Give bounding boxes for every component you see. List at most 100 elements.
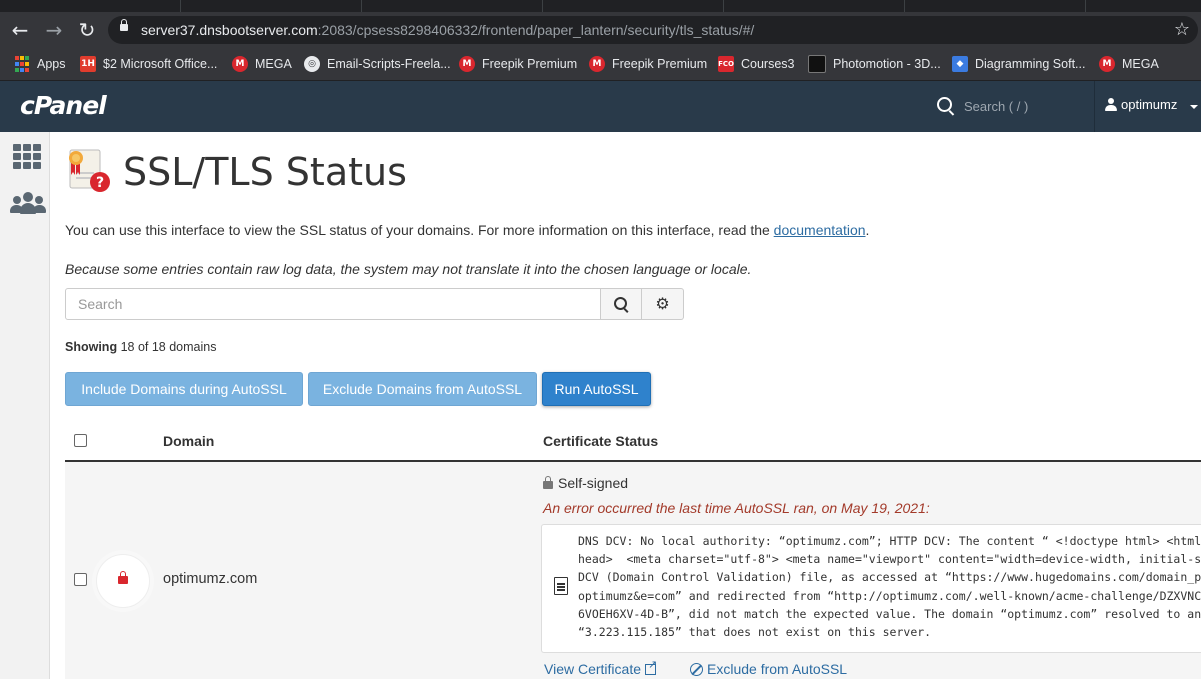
bookmark-item[interactable]: FCO Courses3 — [718, 54, 795, 74]
autossl-log-box: DNS DCV: No local authority: “optimumz.c… — [541, 524, 1201, 653]
lock-icon — [118, 571, 128, 584]
browser-tab-strip — [0, 0, 1201, 12]
apps-grid-icon[interactable] — [13, 144, 41, 169]
search-settings-button[interactable]: ⚙ — [642, 288, 684, 320]
bookmark-item[interactable]: M MEGA — [1099, 54, 1159, 74]
browser-toolbar: ← → ↻ server37.dnsbootserver.com:2083/cp… — [0, 12, 1201, 48]
domain-search-input[interactable] — [65, 288, 601, 320]
bookmark-item[interactable]: M Freepik Premium — [459, 54, 577, 74]
table-row: optimumz.com Self-signed An error occurr… — [65, 462, 1201, 679]
header-divider — [1094, 81, 1095, 132]
intro-text: You can use this interface to view the S… — [65, 222, 869, 238]
document-icon — [554, 577, 568, 595]
user-menu[interactable]: optimumz — [1105, 97, 1177, 112]
cpanel-header: cPanel optimumz — [0, 81, 1201, 132]
apps-grid-icon — [14, 56, 30, 72]
url-path: :2083/cpsess8298406332/frontend/paper_la… — [317, 22, 755, 38]
row-checkbox[interactable] — [74, 573, 87, 586]
bookmarks-bar: Apps 1H $2 Microsoft Office... M MEGA ◎ … — [0, 48, 1201, 81]
bookmark-item[interactable]: M MEGA — [232, 54, 292, 74]
gears-icon: ⚙ — [655, 294, 670, 313]
bookmark-label: Apps — [37, 57, 66, 71]
status-column-header[interactable]: Certificate Status — [543, 433, 658, 449]
intro-sentence: You can use this interface to view the S… — [65, 222, 774, 238]
bookmark-label: Email-Scripts-Freela... — [327, 57, 451, 71]
browser-tab[interactable] — [543, 0, 724, 12]
domain-column-header[interactable]: Domain — [163, 433, 214, 449]
exclude-label: Exclude from AutoSSL — [707, 661, 848, 677]
browser-tab[interactable] — [0, 0, 181, 12]
bookmark-item[interactable]: M Freepik Premium — [589, 54, 707, 74]
address-bar[interactable]: server37.dnsbootserver.com:2083/cpsess82… — [108, 16, 1198, 44]
bookmark-apps[interactable]: Apps — [14, 54, 66, 74]
bookmark-label: $2 Microsoft Office... — [103, 57, 218, 71]
documentation-link[interactable]: documentation — [774, 222, 866, 238]
exclude-from-autossl-link[interactable]: Exclude from AutoSSL — [690, 661, 847, 677]
back-arrow-icon[interactable]: ← — [8, 18, 32, 42]
page-title: SSL/TLS Status — [123, 150, 407, 194]
showing-label: Showing — [65, 340, 118, 354]
bookmark-label: MEGA — [255, 57, 292, 71]
bookmark-item[interactable]: Photomotion - 3D... — [808, 54, 941, 74]
mega-icon: M — [232, 56, 248, 72]
showing-count: Showing 18 of 18 domains — [65, 340, 216, 354]
select-all-checkbox[interactable] — [74, 434, 87, 447]
url-host: server37.dnsbootserver.com — [141, 22, 318, 38]
reload-icon[interactable]: ↻ — [75, 18, 99, 42]
svg-text:?: ? — [96, 175, 104, 191]
view-certificate-link[interactable]: View Certificate — [544, 658, 657, 678]
photomotion-icon — [808, 55, 826, 73]
username: optimumz — [1121, 97, 1178, 112]
forward-arrow-icon[interactable]: → — [42, 18, 66, 42]
bookmark-label: Freepik Premium — [612, 57, 708, 71]
mega-icon: M — [1099, 56, 1115, 72]
bookmark-item[interactable]: ◆ Diagramming Soft... — [952, 54, 1085, 74]
certificate-status: Self-signed — [543, 475, 628, 491]
lock-icon — [120, 19, 128, 31]
status-text: Self-signed — [558, 475, 629, 491]
search-button[interactable] — [601, 288, 642, 320]
diagram-icon: ◆ — [952, 56, 968, 72]
chevron-down-icon[interactable] — [1190, 105, 1198, 109]
users-icon[interactable] — [10, 192, 46, 218]
browser-tab[interactable] — [181, 0, 362, 12]
exclude-domains-button[interactable]: Exclude Domains from AutoSSL — [308, 372, 537, 406]
ban-icon — [690, 662, 703, 676]
view-certificate-label: View Certificate — [544, 661, 642, 677]
sidebar — [0, 132, 50, 679]
ssl-certificate-icon: ? — [69, 149, 110, 192]
include-domains-button[interactable]: Include Domains during AutoSSL — [65, 372, 303, 406]
cpanel-logo[interactable]: cPanel — [20, 91, 107, 120]
globe-icon: ◎ — [304, 56, 320, 72]
bookmark-label: MEGA — [1122, 57, 1159, 71]
raw-log-note: Because some entries contain raw log dat… — [65, 261, 752, 277]
bookmark-label: Diagramming Soft... — [975, 57, 1086, 71]
bookmark-label: Freepik Premium — [482, 57, 578, 71]
external-link-icon — [645, 658, 657, 675]
bookmark-item[interactable]: ◎ Email-Scripts-Freela... — [304, 54, 451, 74]
autossl-log-text: DNS DCV: No local authority: “optimumz.c… — [578, 534, 1201, 640]
mega-icon: M — [459, 56, 475, 72]
1h-icon: 1H — [80, 56, 96, 72]
browser-tab[interactable] — [362, 0, 543, 12]
ssl-status-indicator — [96, 554, 150, 608]
bookmark-item[interactable]: 1H $2 Microsoft Office... — [80, 54, 217, 74]
bookmark-star-icon[interactable]: ☆ — [1174, 19, 1190, 40]
search-icon — [937, 97, 952, 112]
browser-tab[interactable] — [905, 0, 1086, 12]
showing-value: 18 of 18 domains — [120, 340, 217, 354]
user-icon — [1105, 98, 1117, 111]
run-autossl-button[interactable]: Run AutoSSL — [542, 372, 651, 406]
search-icon — [614, 297, 627, 310]
mega-icon: M — [589, 56, 605, 72]
intro-period: . — [865, 222, 870, 238]
fco-icon: FCO — [718, 56, 734, 72]
autossl-error-message: An error occurred the last time AutoSSL … — [543, 500, 930, 516]
bookmark-label: Photomotion - 3D... — [833, 57, 941, 71]
url-text: server37.dnsbootserver.com:2083/cpsess82… — [141, 22, 754, 38]
domain-name: optimumz.com — [163, 571, 258, 587]
cpanel-search-input[interactable] — [960, 95, 1088, 117]
browser-tab[interactable] — [724, 0, 905, 12]
bookmark-label: Courses3 — [741, 57, 795, 71]
table-header: Domain Certificate Status — [65, 424, 1201, 462]
